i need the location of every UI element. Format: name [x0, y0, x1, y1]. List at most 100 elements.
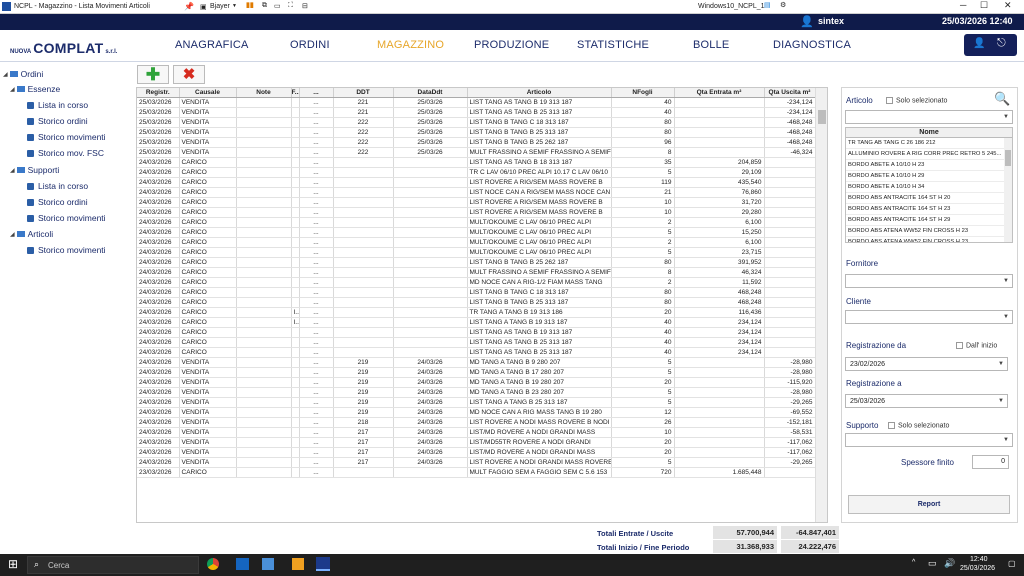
menu-magazzino[interactable]: MAGAZZINO [377, 39, 444, 51]
date-to-input[interactable]: 25/03/2026 ▼ [845, 394, 1008, 408]
delete-button[interactable]: ✖ [173, 65, 205, 84]
scrollbar-thumb[interactable] [818, 110, 826, 124]
tree-node-articoli[interactable]: ◢ Articoli [10, 229, 53, 239]
bjayer-dropdown-icon[interactable]: ▼ [232, 3, 237, 9]
calendar-dropdown-icon[interactable]: ▼ [995, 358, 1007, 370]
table-row[interactable]: 25/03/2026 VENDITA... 222 25/03/26 LIST TANG… [137, 117, 816, 128]
column-header[interactable]: Qta Uscita m² [764, 88, 816, 98]
list-item[interactable]: BORDO ABETE A 10/10 H 23 [846, 160, 1004, 171]
tree-item-storico-movimenti-articoli[interactable]: Storico movimenti [27, 245, 106, 255]
checkbox[interactable] [888, 422, 895, 429]
menu-ordini[interactable]: ORDINI [290, 39, 330, 51]
column-header[interactable]: ... [299, 88, 334, 98]
tree-node-supporti[interactable]: ◢ Supporti [10, 165, 59, 175]
list-item[interactable]: BORDO ABS ANTRACITE 164 ST H 20 [846, 193, 1004, 204]
chevron-down-icon[interactable]: ▼ [1000, 434, 1012, 446]
table-row[interactable]: 25/03/2026 VENDITA... 222 25/03/26 LIST TANG… [137, 127, 816, 138]
pin-icon[interactable]: 📌 [184, 2, 194, 11]
table-row[interactable]: 24/03/2026 VENDITA... 219 24/03/26 MD NOCE C… [137, 407, 816, 418]
ncpl-app-icon[interactable] [316, 557, 330, 571]
bjayer-label[interactable]: Bjayer [210, 3, 230, 10]
table-row[interactable]: 24/03/2026 CARICO... MULT/OKOUME C LAV 06/… [137, 227, 816, 238]
grid-scrollbar[interactable] [815, 88, 827, 522]
table-row[interactable]: 24/03/2026 CARICO... LIST TANG AS TANG B 2… [137, 347, 816, 358]
tree-item-lista-in-corso-supporti[interactable]: Lista in corso [27, 181, 88, 191]
notification-icon[interactable]: ▢ [1008, 559, 1016, 568]
fornitore-combo[interactable]: ▼ [845, 274, 1013, 288]
list-item[interactable]: BORDO ABS ANTRACITE 164 ST H 29 [846, 215, 1004, 226]
table-row[interactable]: 24/03/2026 CARICO... LIST TANG AS TANG B 1… [137, 327, 816, 338]
checkbox[interactable] [956, 342, 963, 349]
chevron-down-icon[interactable]: ▼ [1000, 275, 1012, 287]
table-row[interactable]: 24/03/2026 CARICO... LIST NOCE CAN A RIG/S… [137, 187, 816, 198]
list-item[interactable]: BORDO ABETE A 10/10 H 29 [846, 171, 1004, 182]
table-row[interactable]: 24/03/2026 VENDITA... 217 24/03/26 LIST/MD R… [137, 447, 816, 458]
spessore-finito-input[interactable]: 0 [972, 455, 1009, 469]
windows-start-icon[interactable]: ⊞ [8, 557, 18, 571]
tree-item-storico-movimenti-supporti[interactable]: Storico movimenti [27, 213, 106, 223]
column-header[interactable]: F... [291, 88, 300, 98]
articolo-combo[interactable]: ▼ [845, 110, 1013, 124]
chevron-down-icon[interactable]: ▼ [1000, 311, 1012, 323]
table-row[interactable]: 25/03/2026 VENDITA... 221 25/03/26 LIST TANG… [137, 107, 816, 118]
dall-inizio-checkbox[interactable]: Dall' inizio [956, 342, 997, 349]
table-row[interactable]: 24/03/2026CARICO I...... TR TANG A TANG B … [137, 307, 816, 318]
date-from-input[interactable]: 23/02/2026 ▼ [845, 357, 1008, 371]
column-header[interactable]: DataDdt [393, 88, 468, 98]
menu-produzione[interactable]: PRODUZIONE [474, 39, 549, 51]
column-header[interactable]: Note [236, 88, 292, 98]
network-icon[interactable]: ▭ [928, 558, 937, 569]
list-item[interactable]: TR TANG AB TANG C 26 186 212 [846, 138, 1004, 149]
menu-bolle[interactable]: BOLLE [693, 39, 729, 51]
table-row[interactable]: 23/03/2026 CARICO... MULT FAGGIO SEM A FAG… [137, 467, 816, 478]
table-row[interactable]: 24/03/2026CARICO I...... LIST TANG A TANG … [137, 317, 816, 328]
table-row[interactable]: 24/03/2026 CARICO... MD NOCE CAN A RIG-1/2… [137, 277, 816, 288]
chevron-down-icon[interactable]: ▼ [1000, 111, 1012, 123]
clipboard-icon[interactable]: ⧉ [262, 2, 267, 10]
remote-menu-icon[interactable]: ▤ [764, 1, 771, 9]
list-item[interactable]: BORDO ABS ATENA WW52 FIN CROSS H 23 [846, 226, 1004, 237]
table-row[interactable]: 24/03/2026 CARICO... MULT/OKOUME C LAV 06/… [137, 217, 816, 228]
table-row[interactable]: 24/03/2026 CARICO... LIST TANG AS TANG B 1… [137, 157, 816, 168]
table-row[interactable]: 24/03/2026 VENDITA... 219 24/03/26 MD TANG A… [137, 367, 816, 378]
list-item[interactable]: BORDO ABETE A 10/10 H 34 [846, 182, 1004, 193]
app-icon-3[interactable] [292, 558, 304, 570]
name-list-scrollbar[interactable] [1004, 138, 1012, 242]
table-row[interactable]: 24/03/2026 CARICO... LIST TANG B TANG B 25… [137, 297, 816, 308]
search-icon[interactable]: 🔍 [994, 91, 1010, 107]
add-button[interactable]: ✚ [137, 65, 169, 84]
articolo-name-list[interactable]: Nome TR TANG AB TANG C 26 186 212 ALLUMIN… [845, 127, 1013, 243]
column-header[interactable]: Registr. [137, 88, 180, 98]
column-header[interactable]: DDT [333, 88, 394, 98]
supporto-solo-selezionato[interactable]: Solo selezionato [888, 422, 949, 429]
table-row[interactable]: 25/03/2026 VENDITA... 222 25/03/26 MULT FRAS… [137, 147, 816, 158]
table-row[interactable]: 24/03/2026 CARICO... LIST ROVERE A RIG/SEM… [137, 207, 816, 218]
table-row[interactable]: 24/03/2026 CARICO... MULT/OKOUME C LAV 06/… [137, 247, 816, 258]
table-row[interactable]: 24/03/2026 VENDITA... 219 24/03/26 LIST TANG… [137, 397, 816, 408]
table-row[interactable]: 24/03/2026 VENDITA... 219 24/03/26 MD TANG A… [137, 357, 816, 368]
table-row[interactable]: 24/03/2026 VENDITA... 217 24/03/26 LIST/MD55… [137, 437, 816, 448]
table-row[interactable]: 24/03/2026 CARICO... LIST TANG B TANG B 25… [137, 257, 816, 268]
tree-node-ordini[interactable]: ◢ Ordini [3, 69, 43, 79]
app-icon-2[interactable] [262, 558, 274, 570]
tree-node-essenze[interactable]: ◢ Essenze [10, 84, 60, 94]
table-row[interactable]: 25/03/2026 VENDITA... 221 25/03/26 LIST TANG… [137, 97, 816, 108]
fullscreen-icon[interactable]: ⛶ [288, 2, 293, 10]
supporto-combo[interactable]: ▼ [845, 433, 1013, 447]
maximize-icon[interactable]: ☐ [980, 0, 988, 11]
tree-item-storico-fsc[interactable]: Storico mov. FSC [27, 148, 104, 158]
chrome-icon[interactable] [207, 558, 219, 570]
tree-item-storico-ordini[interactable]: Storico ordini [27, 116, 88, 126]
minimize-icon[interactable]: ─ [960, 0, 966, 10]
remote-desktop-icon[interactable] [236, 558, 249, 570]
table-row[interactable]: 24/03/2026 VENDITA... 219 24/03/26 MD TANG A… [137, 387, 816, 398]
menu-diagnostica[interactable]: DIAGNOSTICA [773, 39, 851, 51]
column-header[interactable]: Articolo [467, 88, 612, 98]
report-button[interactable]: Report [848, 495, 1010, 514]
settings-icon[interactable]: ⚙ [780, 1, 786, 9]
checkbox[interactable] [886, 97, 893, 104]
menu-anagrafica[interactable]: ANAGRAFICA [175, 39, 249, 51]
taskbar-search[interactable]: ⌕ Cerca [27, 556, 199, 574]
tray-up-icon[interactable]: ^ [912, 559, 915, 566]
minimize-remote-icon[interactable]: ▭ [274, 2, 281, 10]
